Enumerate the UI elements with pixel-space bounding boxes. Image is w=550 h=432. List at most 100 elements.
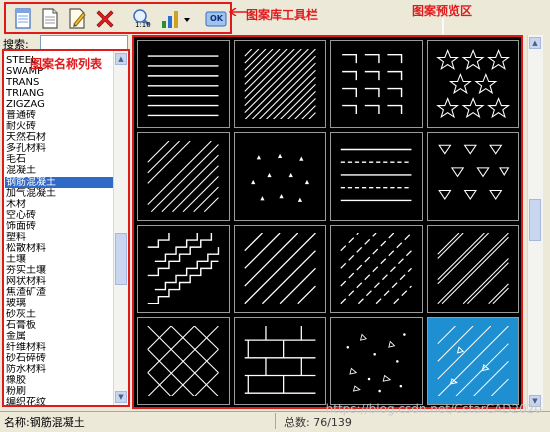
preview-scroll-thumb[interactable] bbox=[529, 199, 541, 241]
list-item[interactable]: 粉刷 bbox=[5, 386, 115, 397]
list-item[interactable]: 耐火砖 bbox=[5, 121, 115, 132]
square-brackets-pattern-icon bbox=[342, 53, 403, 114]
status-pattern-name: 名称:钢筋混凝土 bbox=[4, 414, 85, 430]
pattern-cell[interactable] bbox=[233, 40, 326, 129]
edit-icon bbox=[69, 8, 86, 29]
watermark: https://blog.csdn.net/CstarCAD2020 bbox=[325, 402, 542, 416]
new-document-button[interactable] bbox=[11, 7, 35, 31]
stair-step-pattern-icon bbox=[147, 233, 220, 304]
list-item[interactable]: 多孔材料 bbox=[5, 143, 115, 154]
delete-button[interactable] bbox=[93, 7, 117, 31]
pattern-cell[interactable] bbox=[426, 132, 519, 221]
reinforced-concrete-pattern-icon bbox=[437, 325, 509, 397]
list-item[interactable]: 塑料 bbox=[5, 232, 115, 243]
open-document-button[interactable] bbox=[38, 7, 62, 31]
status-separator bbox=[275, 413, 276, 429]
pattern-library-toolbar: 1:10 OK bbox=[4, 2, 232, 34]
list-item[interactable]: 防水材料 bbox=[5, 364, 115, 375]
pattern-cell[interactable] bbox=[233, 224, 326, 313]
preview-annotation: 图案预览区 bbox=[412, 4, 473, 18]
list-item[interactable]: 木材 bbox=[5, 199, 115, 210]
pattern-name-list[interactable]: STEEL SWAMP TRANS TRIANG ZIGZAG 普通砖 耐火砖 天然石材 多孔材… bbox=[2, 49, 130, 407]
list-item[interactable]: 普通砖 bbox=[5, 110, 115, 121]
pattern-preview-area bbox=[132, 35, 523, 409]
pattern-cell[interactable] bbox=[137, 132, 230, 221]
toolbar-annotation-arrow-icon bbox=[228, 8, 248, 16]
pattern-cell[interactable] bbox=[137, 40, 230, 129]
pattern-cell[interactable] bbox=[233, 316, 326, 405]
dense-diagonal-pattern-icon bbox=[244, 48, 316, 120]
zoom-scale-text: 1:10 bbox=[135, 21, 151, 29]
list-item[interactable]: 焦渣矿渣 bbox=[5, 287, 115, 298]
list-item[interactable]: 土壤 bbox=[5, 254, 115, 265]
list-item[interactable]: 饰面砖 bbox=[5, 221, 115, 232]
pattern-name-list-items: STEEL SWAMP TRANS TRIANG ZIGZAG 普通砖 耐火砖 天然石材 多孔材… bbox=[5, 55, 115, 405]
document-icon bbox=[42, 8, 58, 29]
pattern-cell[interactable] bbox=[330, 224, 423, 313]
new-document-icon bbox=[15, 8, 31, 29]
bar-chart-icon bbox=[162, 11, 178, 28]
list-item[interactable]: ZIGZAG bbox=[5, 99, 115, 110]
list-item[interactable]: 玻璃 bbox=[5, 298, 115, 309]
list-item[interactable]: 纤维材料 bbox=[5, 342, 115, 353]
zoom-scale-button[interactable]: 1:10 bbox=[130, 7, 154, 31]
preview-scrollbar[interactable]: ▲ ▼ bbox=[527, 35, 543, 409]
small-triangles-pattern-icon bbox=[250, 153, 309, 202]
pattern-cell[interactable] bbox=[426, 40, 519, 129]
dropdown-button[interactable] bbox=[182, 7, 192, 31]
delete-x-icon bbox=[96, 10, 114, 28]
pattern-cell[interactable] bbox=[137, 316, 230, 405]
status-name-label: 名称: bbox=[4, 416, 30, 429]
dashed-diagonal-pattern-icon bbox=[340, 233, 413, 304]
list-scroll-down-icon[interactable]: ▼ bbox=[115, 391, 127, 403]
dashed-lines-pattern-icon bbox=[340, 148, 412, 202]
list-item[interactable]: 网状材料 bbox=[5, 276, 115, 287]
list-item[interactable]: 毛石 bbox=[5, 154, 115, 165]
list-item[interactable]: 松散材料 bbox=[5, 243, 115, 254]
list-item[interactable]: 砂石碎砖 bbox=[5, 353, 115, 364]
diamond-net-pattern-icon bbox=[147, 325, 219, 397]
list-annotation: 图案名称列表 bbox=[30, 57, 103, 71]
list-item[interactable]: TRANS bbox=[5, 77, 115, 88]
list-item[interactable]: 金属 bbox=[5, 331, 115, 342]
list-scroll-thumb[interactable] bbox=[115, 233, 127, 285]
list-item[interactable]: TRIANG bbox=[5, 88, 115, 99]
pattern-cell[interactable] bbox=[137, 224, 230, 313]
list-item[interactable]: 混凝土 bbox=[5, 165, 115, 176]
list-item[interactable]: 砂灰土 bbox=[5, 309, 115, 320]
list-scroll-up-icon[interactable]: ▲ bbox=[115, 53, 127, 65]
concrete-aggregate-pattern-icon bbox=[346, 332, 406, 392]
list-item[interactable]: 空心砖 bbox=[5, 210, 115, 221]
list-item[interactable]: 夯实土壤 bbox=[5, 265, 115, 276]
preview-scroll-up-icon[interactable]: ▲ bbox=[529, 37, 541, 49]
status-total-count: 总数: 76/139 bbox=[284, 414, 352, 430]
list-scrollbar[interactable]: ▲ ▼ bbox=[113, 51, 128, 405]
double-diagonal-pattern-icon bbox=[437, 233, 509, 304]
dropdown-arrow-icon bbox=[184, 18, 190, 22]
brick-pattern-icon bbox=[244, 325, 316, 394]
pattern-cell-selected[interactable] bbox=[426, 316, 519, 405]
stars-pattern-icon bbox=[435, 48, 510, 118]
edit-button[interactable] bbox=[65, 7, 89, 31]
pattern-cell[interactable] bbox=[330, 40, 423, 129]
pattern-cell[interactable] bbox=[426, 224, 519, 313]
list-item[interactable]: 石膏板 bbox=[5, 320, 115, 331]
status-total-label: 总数: bbox=[284, 416, 310, 429]
list-item[interactable]: 编织花纹 bbox=[5, 397, 115, 405]
list-item[interactable]: 橡胶 bbox=[5, 375, 115, 386]
pattern-cell[interactable] bbox=[330, 316, 423, 405]
horizontal-lines-pattern-icon bbox=[147, 55, 219, 116]
toolbar-annotation: 图案库工具栏 bbox=[246, 8, 319, 22]
list-item-selected[interactable]: 钢筋混凝土 bbox=[5, 176, 115, 188]
pattern-cell[interactable] bbox=[330, 132, 423, 221]
status-name-value: 钢筋混凝土 bbox=[29, 416, 85, 429]
list-item[interactable]: 加气混凝土 bbox=[5, 188, 115, 199]
ok-button[interactable]: OK bbox=[204, 7, 228, 31]
pattern-preview-grid bbox=[137, 40, 519, 405]
pattern-cell[interactable] bbox=[233, 132, 326, 221]
status-total-value: 76/139 bbox=[313, 416, 352, 429]
list-item[interactable]: 天然石材 bbox=[5, 132, 115, 143]
bar-chart-button[interactable] bbox=[158, 7, 182, 31]
sparse-diagonal-pattern-icon bbox=[147, 141, 219, 212]
medium-diagonal-pattern-icon bbox=[243, 233, 316, 304]
